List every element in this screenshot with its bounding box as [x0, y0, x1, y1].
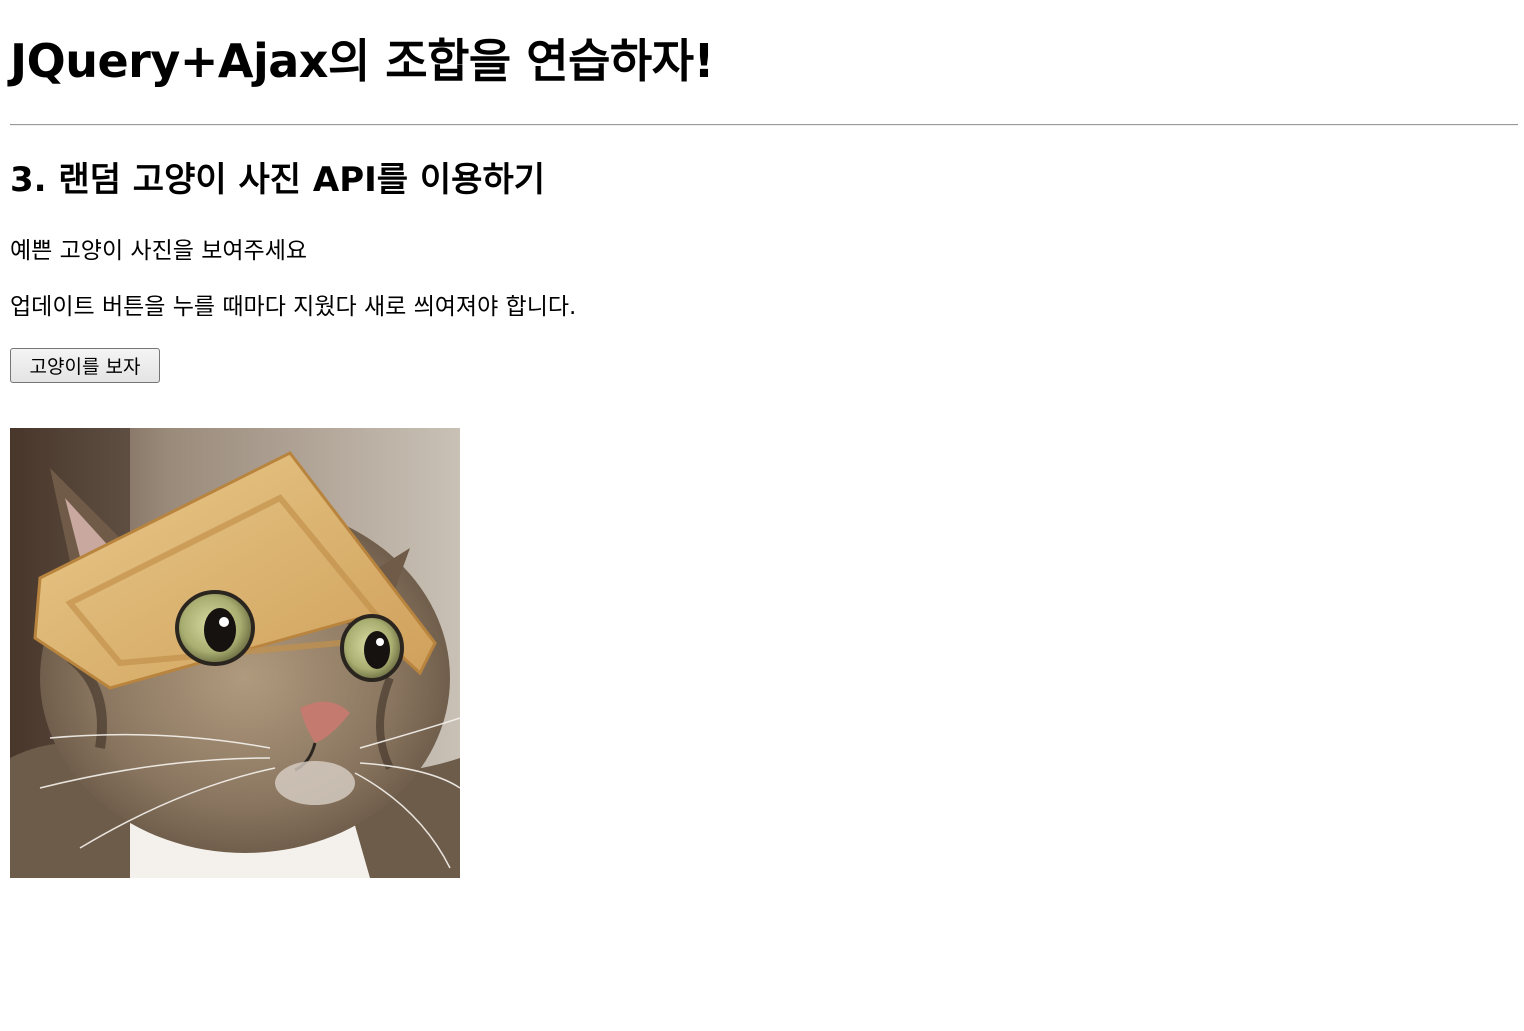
page: JQuery+Ajax의 조합을 연습하자! 3. 랜덤 고양이 사진 API를…	[0, 0, 1524, 1031]
description-text-2: 업데이트 버튼을 누를 때마다 지웠다 새로 씌여져야 합니다.	[10, 294, 577, 320]
cat-photo-illustration	[10, 428, 460, 878]
page-title: JQuery+Ajax의 조합을 연습하자!	[10, 34, 715, 88]
cat-image	[10, 428, 460, 878]
show-cat-button[interactable]: 고양이를 보자	[10, 348, 160, 383]
section-title: 3. 랜덤 고양이 사진 API를 이용하기	[10, 160, 545, 200]
divider	[10, 124, 1518, 126]
description-text-1: 예쁜 고양이 사진을 보여주세요	[10, 238, 308, 264]
